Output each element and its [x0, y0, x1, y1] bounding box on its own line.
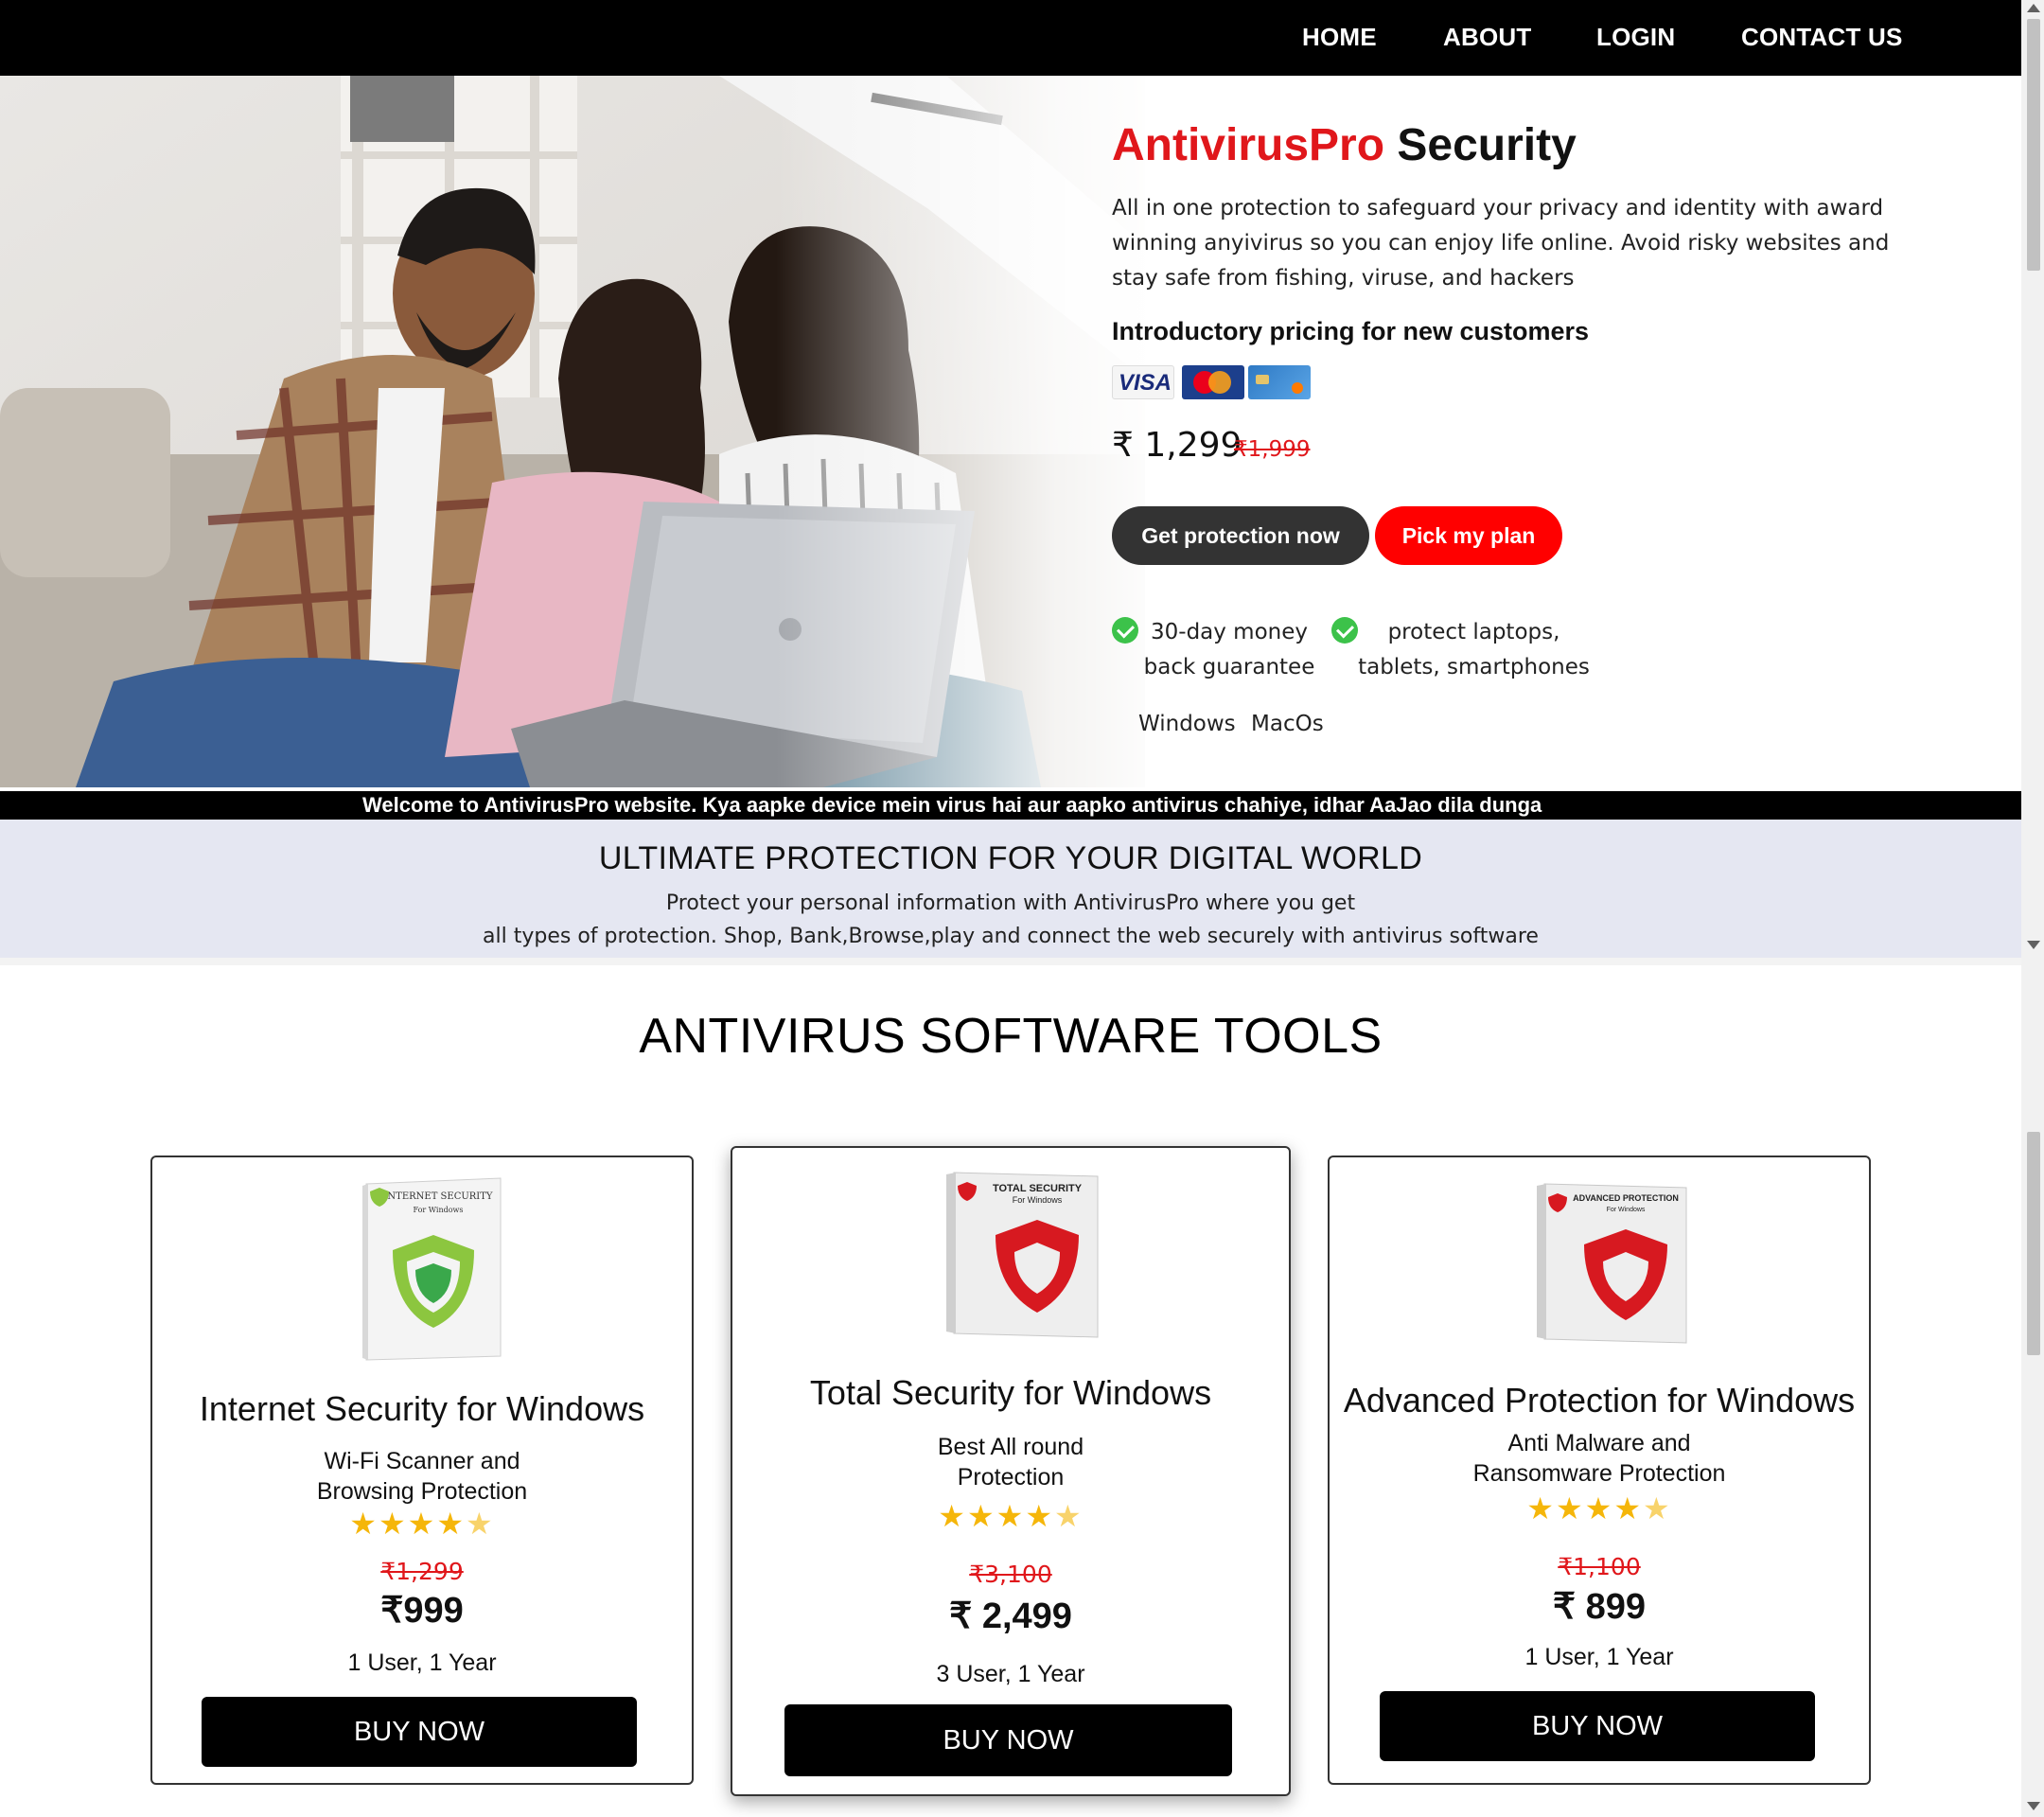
visa-card-icon: VISA: [1112, 365, 1174, 399]
star-icon: ★: [378, 1506, 408, 1542]
star-icon: ★: [1555, 1491, 1585, 1526]
product-subtitle-line1: Best All round: [937, 1434, 1084, 1460]
protection-text-line2: all types of protection. Shop, Bank,Brow…: [483, 925, 1539, 948]
rating-stars: ★★★★★: [732, 1498, 1289, 1534]
scrollbar-thumb[interactable]: [2027, 19, 2040, 271]
product-subtitle: Best All round Protection: [732, 1432, 1289, 1492]
advanced-protection-box-sub: For Windows: [1607, 1207, 1646, 1213]
scroll-down-arrow-icon[interactable]: [2027, 1802, 2040, 1810]
mastercard-icon: [1182, 365, 1244, 399]
product-name: Advanced Protection for Windows: [1343, 1381, 1856, 1420]
star-half-icon: ★: [466, 1506, 495, 1542]
product-name: Total Security for Windows: [809, 1373, 1212, 1412]
buy-now-button[interactable]: BUY NOW: [202, 1697, 637, 1767]
product-subtitle-line2: Protection: [957, 1464, 1065, 1491]
scrollbar-thumb[interactable]: [2027, 1132, 2040, 1355]
nav-contact-link[interactable]: CONTACT US: [1741, 23, 1903, 52]
product-license: 1 User, 1 Year: [347, 1649, 497, 1676]
rating-stars: ★★★★★: [152, 1506, 692, 1542]
buy-now-button[interactable]: BUY NOW: [1380, 1691, 1815, 1761]
product-name: Internet Security for Windows: [199, 1389, 645, 1428]
product-subtitle-line1: Anti Malware and: [1507, 1430, 1691, 1456]
star-icon: ★: [1613, 1491, 1644, 1526]
protection-heading: ULTIMATE PROTECTION FOR YOUR DIGITAL WOR…: [598, 840, 1423, 876]
star-icon: ★: [407, 1506, 437, 1542]
feature-money-back: 30-day money back guarantee: [1130, 615, 1329, 685]
product-price: ₹999: [380, 1591, 464, 1631]
nav-home-link[interactable]: HOME: [1302, 23, 1377, 52]
scroll-down-arrow-icon[interactable]: [2027, 941, 2040, 949]
page: HOME ABOUT LOGIN CONTACT US AntivirusPro…: [0, 0, 2044, 1817]
total-security-box-image: TOTAL SECURITY For Windows: [946, 1171, 1100, 1339]
hero-price: ₹ 1,299: [1112, 426, 1242, 465]
hero-section: AntivirusPro Security All in one protect…: [0, 76, 2021, 787]
products-section-title: ANTIVIRUS SOFTWARE TOOLS: [639, 1009, 1383, 1064]
star-half-icon: ★: [1054, 1498, 1084, 1534]
top-nav: HOME ABOUT LOGIN CONTACT US: [0, 0, 2021, 76]
star-icon: ★: [1526, 1491, 1556, 1526]
feature-money-back-line1: 30-day money: [1151, 620, 1308, 644]
pick-my-plan-button[interactable]: Pick my plan: [1375, 506, 1562, 565]
advanced-protection-box-image: ADVANCED PROTECTION For Windows: [1537, 1182, 1688, 1345]
get-protection-button[interactable]: Get protection now: [1112, 506, 1369, 565]
pricing-subheading: Introductory pricing for new customers: [1112, 317, 1590, 345]
star-icon: ★: [349, 1506, 379, 1542]
product-card-internet-security: INTERNET SECURITY For Windows Internet S…: [150, 1155, 694, 1785]
hero-old-price: ₹1,999: [1234, 437, 1311, 462]
internet-security-box-image: INTERNET SECURITY For Windows: [362, 1176, 504, 1362]
star-icon: ★: [996, 1498, 1026, 1534]
star-icon: ★: [938, 1498, 967, 1534]
product-price: ₹ 2,499: [949, 1596, 1072, 1636]
product-old-price: ₹1,100: [1558, 1553, 1641, 1580]
internet-security-box-sub: For Windows: [414, 1206, 464, 1214]
product-price: ₹ 899: [1552, 1587, 1647, 1627]
product-subtitle: Wi-Fi Scanner and Browsing Protection: [152, 1446, 692, 1507]
product-old-price: ₹1,299: [380, 1558, 464, 1585]
advanced-protection-box-title: ADVANCED PROTECTION: [1573, 1193, 1679, 1203]
hero-brand-name: AntivirusPro: [1112, 120, 1385, 170]
buy-now-button[interactable]: BUY NOW: [784, 1704, 1232, 1776]
scroll-up-arrow-icon[interactable]: [2027, 4, 2040, 12]
feature-devices: protect laptops, tablets, smartphones: [1353, 615, 1595, 685]
product-subtitle-line2: Ransomware Protection: [1472, 1460, 1726, 1487]
platform-macos: MacOs: [1251, 712, 1324, 736]
total-security-box-title: TOTAL SECURITY: [993, 1183, 1083, 1194]
product-license: 3 User, 1 Year: [936, 1661, 1085, 1687]
visa-card-label: VISA: [1119, 370, 1172, 396]
welcome-marquee: Welcome to AntivirusPro website. Kya aap…: [0, 791, 2021, 820]
protection-banner: ULTIMATE PROTECTION FOR YOUR DIGITAL WOR…: [0, 820, 2021, 958]
product-subtitle: Anti Malware and Ransomware Protection: [1330, 1428, 1869, 1489]
feature-devices-line2: tablets, smartphones: [1358, 655, 1590, 679]
star-half-icon: ★: [1643, 1491, 1672, 1526]
page-scrollbar[interactable]: [2021, 0, 2044, 1817]
hero-description: All in one protection to safeguard your …: [1112, 196, 1890, 291]
feature-money-back-line2: back guarantee: [1143, 655, 1315, 679]
feature-devices-line1: protect laptops,: [1387, 620, 1560, 644]
platform-windows: Windows: [1138, 712, 1236, 736]
protection-text-line1: Protect your personal information with A…: [665, 891, 1356, 915]
product-card-total-security: TOTAL SECURITY For Windows Total Securit…: [731, 1146, 1291, 1796]
nav-about-link[interactable]: ABOUT: [1443, 23, 1531, 52]
product-license: 1 User, 1 Year: [1524, 1644, 1674, 1670]
section-divider: [0, 958, 2021, 965]
rating-stars: ★★★★★: [1330, 1491, 1869, 1526]
hero-title: AntivirusPro Security: [1112, 119, 1577, 171]
hero-title-rest: Security: [1397, 120, 1577, 170]
internet-security-box-title: INTERNET SECURITY: [383, 1191, 492, 1202]
product-card-advanced-protection: ADVANCED PROTECTION For Windows Advanced…: [1328, 1155, 1871, 1785]
star-icon: ★: [966, 1498, 996, 1534]
star-icon: ★: [436, 1506, 467, 1542]
credit-card-icon: [1248, 365, 1311, 399]
star-icon: ★: [1584, 1491, 1614, 1526]
product-old-price: ₹3,100: [969, 1561, 1052, 1588]
product-subtitle-line2: Browsing Protection: [316, 1478, 528, 1505]
total-security-box-sub: For Windows: [1013, 1195, 1063, 1205]
nav-login-link[interactable]: LOGIN: [1596, 23, 1675, 52]
welcome-marquee-text: Welcome to AntivirusPro website. Kya aap…: [362, 793, 1542, 817]
product-subtitle-line1: Wi-Fi Scanner and: [324, 1448, 520, 1474]
star-icon: ★: [1025, 1498, 1055, 1534]
